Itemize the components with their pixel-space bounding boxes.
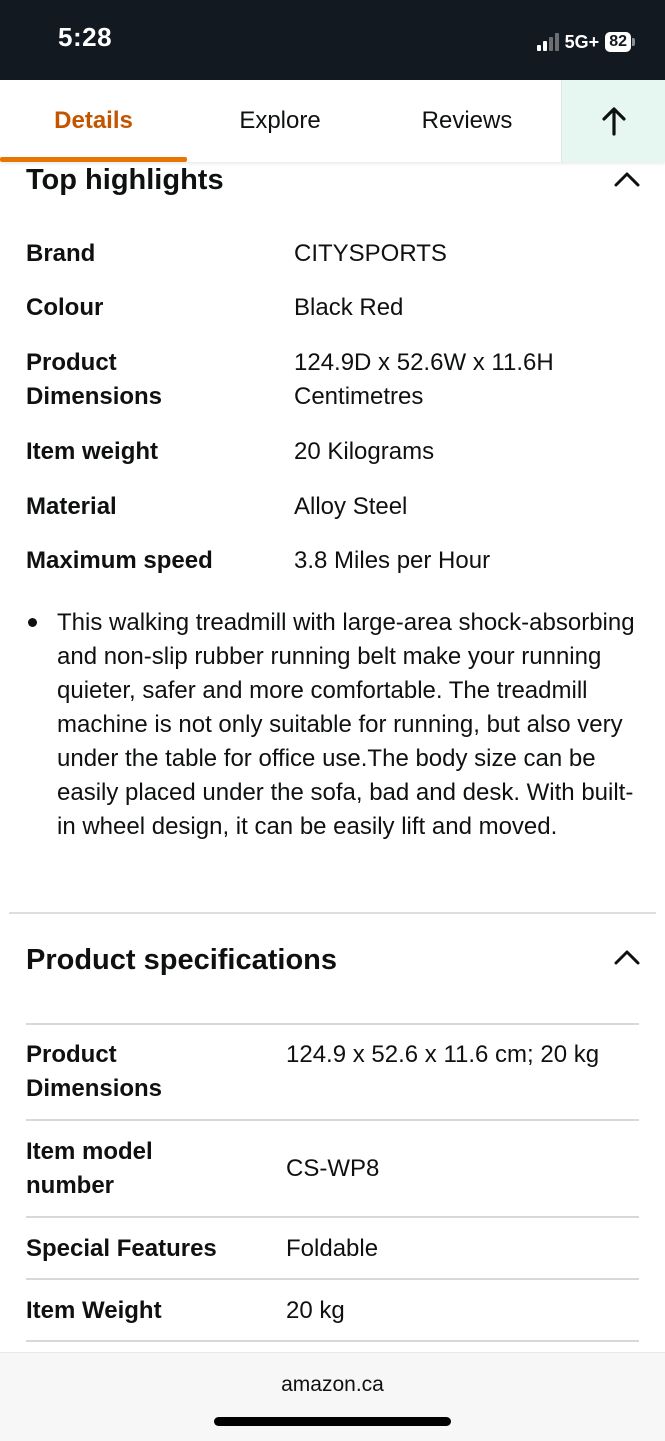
highlight-row-item-weight: Item weight 20 Kilograms <box>26 435 640 469</box>
highlight-value: 20 Kilograms <box>294 438 435 465</box>
spec-row-divider <box>26 1278 639 1280</box>
battery-level: 82 <box>605 32 631 52</box>
product-specifications-title: Product specifications <box>26 944 338 976</box>
network-type: 5G+ <box>564 31 600 52</box>
spec-row-divider <box>26 1216 639 1218</box>
tab-details[interactable]: Details <box>0 80 187 162</box>
highlight-value: Black Red <box>294 294 404 321</box>
spec-label: Item Weight <box>26 1297 162 1324</box>
status-indicators: 5G+ 82 <box>536 30 635 54</box>
highlight-value: Alloy Steel <box>294 493 408 520</box>
collapse-product-specifications-chevron-icon[interactable] <box>612 946 642 968</box>
spec-row-item-model-number: Item model number CS-WP8 <box>26 1135 640 1205</box>
highlight-bullet-text: This walking treadmill with large-area s… <box>57 609 635 840</box>
battery-icon: 82 <box>605 32 635 52</box>
spec-value: CS-WP8 <box>286 1155 380 1182</box>
highlight-row-material: Material Alloy Steel <box>26 490 640 524</box>
tab-explore[interactable]: Explore <box>187 80 373 162</box>
spec-label: Item model number <box>26 1138 153 1199</box>
highlight-row-product-dimensions: Product Dimensions 124.9D x 52.6W x 11.6… <box>26 346 640 414</box>
spec-row-divider <box>26 1023 639 1025</box>
site-domain-label[interactable]: amazon.ca <box>0 1373 665 1397</box>
spec-row-item-weight: Item Weight 20 kg <box>26 1294 640 1328</box>
spec-value: Foldable <box>286 1235 379 1262</box>
highlight-label: Brand <box>26 240 96 267</box>
spec-row-divider <box>26 1119 639 1121</box>
cellular-signal-icon <box>536 33 559 51</box>
collapse-top-highlights-chevron-icon[interactable] <box>612 168 642 190</box>
arrow-up-icon <box>602 107 626 136</box>
spec-value: 124.9 x 52.6 x 11.6 cm; 20 kg <box>286 1041 600 1068</box>
highlight-label: Colour <box>26 294 104 321</box>
tab-reviews[interactable]: Reviews <box>373 80 561 162</box>
highlight-label: Maximum speed <box>26 547 213 574</box>
section-tab-bar: Details Explore Reviews <box>0 80 665 162</box>
home-indicator[interactable] <box>214 1417 451 1426</box>
highlight-label: Product Dimensions <box>26 349 163 410</box>
spec-label: Product Dimensions <box>26 1041 163 1102</box>
highlight-label: Item weight <box>26 438 159 465</box>
highlight-row-maximum-speed: Maximum speed 3.8 Miles per Hour <box>26 544 640 578</box>
highlight-value: 3.8 Miles per Hour <box>294 547 491 574</box>
status-time: 5:28 <box>58 22 113 52</box>
bullet-dot-icon <box>28 618 37 627</box>
highlight-value: CITYSPORTS <box>294 240 447 267</box>
spec-row-special-features: Special Features Foldable <box>26 1232 640 1266</box>
spec-label: Special Features <box>26 1235 217 1262</box>
browser-bottom-bar: amazon.ca <box>0 1352 665 1441</box>
highlight-label: Material <box>26 493 117 520</box>
section-divider <box>9 912 656 914</box>
highlight-row-brand: Brand CITYSPORTS <box>26 237 640 271</box>
spec-row-divider <box>26 1340 639 1342</box>
status-bar: 5:28 5G+ 82 <box>0 0 665 80</box>
back-to-top-button[interactable] <box>561 80 665 162</box>
highlight-value: 124.9D x 52.6W x 11.6H Centimetres <box>294 349 554 410</box>
active-tab-indicator <box>0 157 187 162</box>
spec-row-product-dimensions: Product Dimensions 124.9 x 52.6 x 11.6 c… <box>26 1038 640 1108</box>
top-highlights-title: Top highlights <box>26 164 224 196</box>
spec-value: 20 kg <box>286 1297 345 1324</box>
highlight-row-colour: Colour Black Red <box>26 291 640 325</box>
